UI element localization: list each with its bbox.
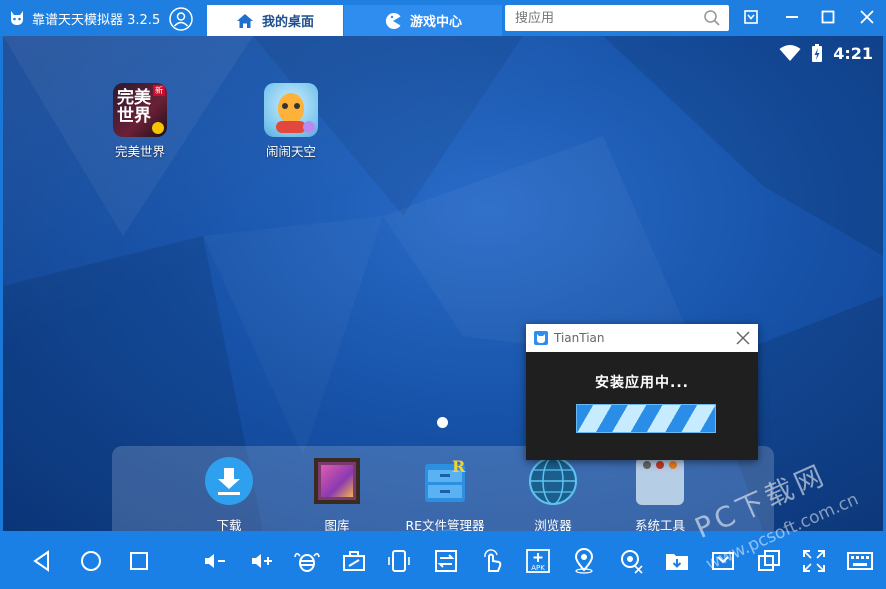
dialog-close-icon[interactable] [736,331,750,345]
keyboard-icon [847,552,873,570]
recent-apps-icon [130,552,148,570]
dock-label: 下载 [216,518,242,531]
clock: 4:21 [833,43,873,63]
app-naonao-sky[interactable]: 闹闹天空 [251,83,331,160]
dock-item-gallery[interactable]: 图库 [287,456,387,531]
tiantian-logo-icon [534,331,548,345]
dock-item-download[interactable]: 下载 [179,456,279,531]
recent-apps-button[interactable] [126,548,152,574]
pacman-icon [385,12,401,29]
close-button[interactable] [856,6,878,28]
switch-button[interactable] [433,548,459,574]
dialog-title: TianTian [554,331,605,345]
toolbox-icon [343,551,365,571]
download-icon [205,457,253,505]
rotate-screen-button[interactable] [386,548,412,574]
perfect-world-icon: 完美 世界 新 [113,83,167,137]
dock-item-re-file-manager[interactable]: R RE文件管理器 [395,456,495,531]
status-bar: 4:21 [779,42,873,64]
install-progress-bar [576,404,716,433]
gallery-icon [314,458,360,504]
dock-label: 图库 [324,518,350,531]
maximize-icon [821,10,835,24]
phone-rotate-icon [388,550,410,572]
menu-icon [744,10,758,24]
search-input[interactable] [515,5,695,31]
close-icon [860,10,874,24]
camera-scissors-icon [621,550,643,574]
tab-my-desktop[interactable]: 我的桌面 [207,5,343,36]
toolbox-button[interactable] [341,548,367,574]
location-pin-icon [574,548,594,574]
tab-label: 游戏中心 [409,15,462,30]
tab-game-center[interactable]: 游戏中心 [344,5,502,36]
install-dialog: TianTian 安装应用中... [526,324,758,460]
user-account-icon[interactable] [169,7,193,31]
home-button[interactable] [78,548,104,574]
app-logo-icon [11,11,23,25]
search-icon[interactable] [703,9,721,27]
touch-button[interactable] [479,548,505,574]
touch-hand-icon [484,549,502,572]
home-circle-icon [81,551,101,571]
back-icon [33,550,49,572]
app-title-text: 靠谱天天模拟器 3.2.5 [32,12,161,28]
shake-button[interactable] [294,548,320,574]
volume-up-icon [252,554,272,568]
app-perfect-world[interactable]: 完美 世界 新 完美世界 [100,83,180,160]
keyboard-button[interactable] [847,548,873,574]
apk-install-icon: APK [526,549,550,573]
re-file-manager-icon: R [425,457,466,502]
location-button[interactable] [571,548,597,574]
svg-text:R: R [452,457,466,476]
fullscreen-button[interactable] [801,548,827,574]
browser-icon [529,457,577,505]
tab-label: 我的桌面 [261,15,314,30]
page-indicator-dot [437,417,448,428]
maximize-button[interactable] [817,6,839,28]
app-title: 靠谱天天模拟器 3.2.5 [8,0,160,36]
bee-shake-icon [294,552,320,572]
app-label: 完美世界 [114,144,165,159]
dialog-header: TianTian [526,324,758,352]
minimize-button[interactable] [781,6,803,28]
system-tools-folder-icon [636,457,684,505]
title-bar: 靠谱天天模拟器 3.2.5 我的桌面 游戏中心 [0,0,886,36]
volume-down-button[interactable] [202,548,228,574]
battery-charging-icon [812,44,823,62]
screenshot-button[interactable] [618,548,644,574]
install-apk-button[interactable]: APK [525,548,551,574]
switch-arrows-icon [435,550,457,572]
dock-item-browser[interactable]: 浏览器 [503,456,603,531]
folder-download-icon [666,554,688,570]
volume-down-icon [205,554,225,568]
shared-folder-button[interactable] [664,548,690,574]
apk-label: APK [531,564,545,572]
install-message: 安装应用中... [595,375,689,391]
search-box[interactable] [505,5,729,31]
back-button[interactable] [29,548,55,574]
menu-button[interactable] [740,6,762,28]
minimize-icon [786,16,798,18]
naonao-sky-icon [264,83,318,137]
android-screen[interactable]: 4:21 完美 世界 新 完美世界 闹闹天空 下载 图库 R RE文件管理器 浏… [3,36,883,531]
home-icon [236,13,253,28]
dock-label: 浏览器 [534,518,572,531]
fullscreen-icon [803,550,825,572]
app-label: 闹闹天空 [265,144,316,159]
wifi-icon [779,45,801,61]
volume-up-button[interactable] [249,548,275,574]
